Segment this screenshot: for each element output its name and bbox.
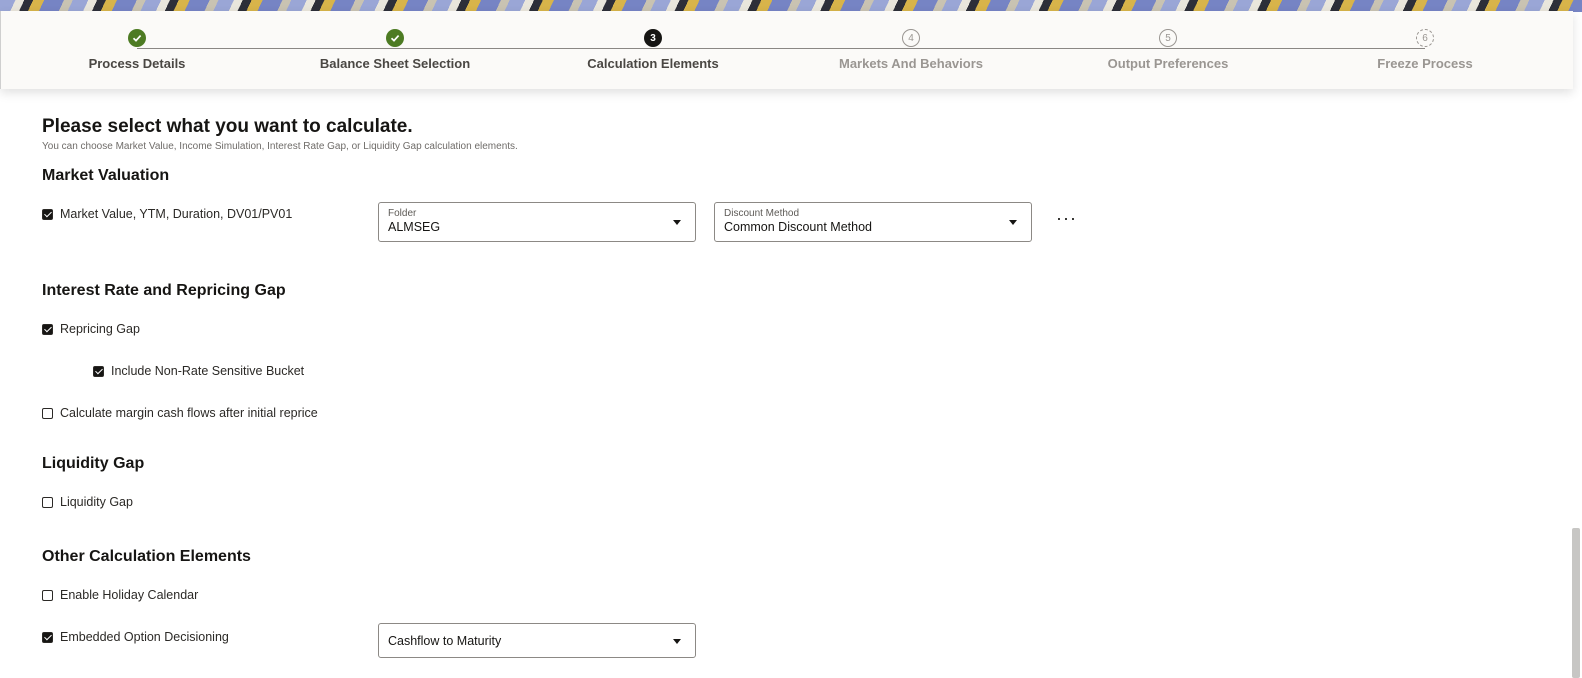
folder-select[interactable]: Folder ALMSEG bbox=[378, 202, 696, 242]
step-number: 3 bbox=[644, 29, 662, 47]
checkbox-label: Enable Holiday Calendar bbox=[60, 588, 199, 602]
non-rate-sensitive-bucket-checkbox[interactable]: Include Non-Rate Sensitive Bucket bbox=[93, 364, 304, 378]
checkbox-unchecked-icon bbox=[42, 496, 53, 508]
checkbox-checked-icon bbox=[42, 208, 53, 220]
checkbox-checked-icon bbox=[42, 631, 53, 643]
checkbox-checked-icon bbox=[93, 365, 104, 377]
more-options-icon[interactable]: ··· bbox=[1056, 208, 1077, 229]
field-label: Discount Method bbox=[724, 208, 800, 219]
holiday-calendar-checkbox[interactable]: Enable Holiday Calendar bbox=[42, 588, 198, 602]
page-title: Please select what you want to calculate… bbox=[42, 116, 413, 137]
page-header: Please select what you want to calculate… bbox=[42, 116, 1522, 152]
checkbox-unchecked-icon bbox=[42, 407, 53, 419]
check-icon bbox=[128, 29, 146, 47]
liquidity-gap-checkbox[interactable]: Liquidity Gap bbox=[42, 495, 133, 509]
train-step-label: Freeze Process bbox=[1377, 56, 1473, 71]
checkbox-label: Embedded Option Decisioning bbox=[60, 630, 229, 644]
train-step-output-preferences[interactable]: 5 Output Preferences bbox=[1058, 29, 1278, 71]
embedded-option-checkbox[interactable]: Embedded Option Decisioning bbox=[42, 630, 229, 644]
train-step-process-details[interactable]: Process Details bbox=[27, 29, 247, 71]
checkbox-label: Include Non-Rate Sensitive Bucket bbox=[111, 364, 305, 378]
section-heading-repricing-gap: Interest Rate and Repricing Gap bbox=[42, 282, 286, 299]
train-step-label: Balance Sheet Selection bbox=[319, 56, 471, 71]
caret-down-icon bbox=[673, 638, 681, 644]
check-icon bbox=[386, 29, 404, 47]
train-step-markets-and-behaviors[interactable]: 4 Markets And Behaviors bbox=[801, 29, 1021, 71]
field-value: Common Discount Method bbox=[724, 220, 872, 234]
checkbox-checked-icon bbox=[42, 323, 53, 335]
checkbox-label: Market Value, YTM, Duration, DV01/PV01 bbox=[60, 207, 293, 221]
embedded-option-select[interactable]: Cashflow to Maturity bbox=[378, 623, 696, 658]
discount-method-select[interactable]: Discount Method Common Discount Method bbox=[714, 202, 1032, 242]
section-heading-other-elements: Other Calculation Elements bbox=[42, 548, 251, 565]
field-value: Cashflow to Maturity bbox=[388, 634, 502, 648]
train-step-balance-sheet-selection[interactable]: Balance Sheet Selection bbox=[285, 29, 505, 71]
field-value: ALMSEG bbox=[388, 220, 441, 234]
checkbox-label: Liquidity Gap bbox=[60, 495, 133, 509]
scrollbar-thumb[interactable] bbox=[1572, 528, 1580, 678]
train-step-label: Process Details bbox=[88, 56, 186, 71]
step-number: 4 bbox=[902, 29, 920, 47]
checkbox-unchecked-icon bbox=[42, 589, 53, 601]
step-number: 5 bbox=[1159, 29, 1177, 47]
section-heading-market-valuation: Market Valuation bbox=[42, 167, 170, 184]
train-step-calculation-elements[interactable]: 3 Calculation Elements bbox=[543, 29, 763, 71]
checkbox-label: Calculate margin cash flows after initia… bbox=[60, 406, 318, 420]
section-heading-liquidity-gap: Liquidity Gap bbox=[42, 455, 145, 472]
train-step-label: Calculation Elements bbox=[587, 56, 719, 71]
process-train: Process Details Balance Sheet Selection … bbox=[0, 11, 1573, 89]
field-label: Folder bbox=[388, 208, 417, 219]
train-step-freeze-process[interactable]: 6 Freeze Process bbox=[1315, 29, 1535, 71]
step-number: 6 bbox=[1416, 29, 1434, 47]
margin-cash-flows-checkbox[interactable]: Calculate margin cash flows after initia… bbox=[42, 406, 318, 420]
train-step-label: Output Preferences bbox=[1107, 56, 1229, 71]
caret-down-icon bbox=[673, 220, 681, 225]
caret-down-icon bbox=[1009, 220, 1017, 225]
train-step-label: Markets And Behaviors bbox=[838, 56, 983, 71]
market-value-checkbox[interactable]: Market Value, YTM, Duration, DV01/PV01 bbox=[42, 207, 292, 221]
repricing-gap-checkbox[interactable]: Repricing Gap bbox=[42, 322, 140, 336]
checkbox-label: Repricing Gap bbox=[60, 322, 140, 336]
page-subtitle: You can choose Market Value, Income Simu… bbox=[42, 141, 518, 152]
